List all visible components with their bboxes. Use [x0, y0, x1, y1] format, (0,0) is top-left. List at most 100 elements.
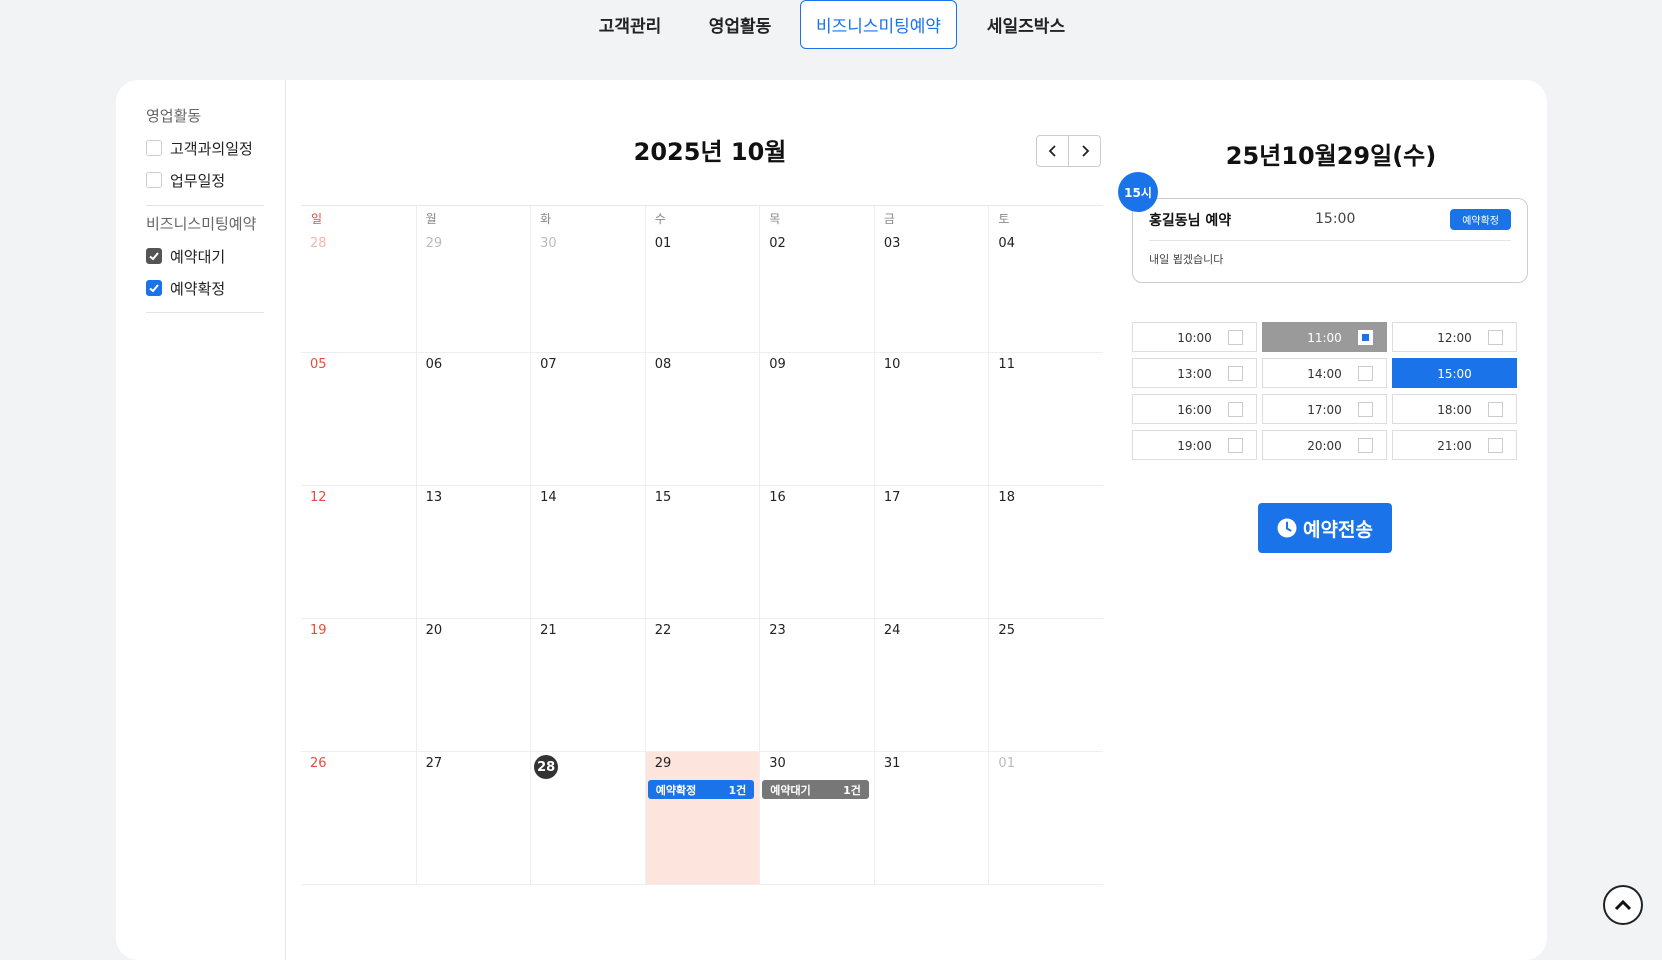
calendar-day-cell[interactable]: 29	[415, 206, 531, 353]
filter-work-schedule[interactable]: 업무일정	[146, 164, 264, 196]
calendar-day-cell[interactable]: 27	[415, 752, 531, 885]
calendar-day-cell[interactable]: 15	[644, 486, 760, 619]
filter-group-title: 영업활동	[146, 107, 202, 125]
time-slot-checkbox[interactable]	[1228, 330, 1243, 345]
calendar-day-cell[interactable]: 12	[301, 486, 416, 619]
checkbox-checked[interactable]	[146, 280, 162, 296]
calendar-day-cell[interactable]: 06	[415, 353, 531, 486]
time-slot[interactable]: 17:00	[1262, 394, 1387, 424]
calendar-day-cell[interactable]: 17	[873, 486, 989, 619]
calendar-day-cell[interactable]: 01	[988, 752, 1103, 885]
time-slot-checkbox[interactable]	[1358, 330, 1373, 345]
filter-sidebar: 영업활동 고객과의일정 업무일정 비즈니스미팅예약 예약대기 예약확정	[116, 80, 286, 960]
day-number: 15	[654, 490, 672, 505]
calendar-day-cell[interactable]: 03	[873, 206, 989, 353]
time-slot-checkbox[interactable]	[1488, 330, 1503, 345]
chevron-left-icon	[1048, 145, 1056, 157]
day-number: 02	[769, 236, 786, 251]
filter-label: 예약대기	[170, 247, 226, 266]
filter-pending[interactable]: 예약대기	[146, 240, 264, 272]
calendar-day-cell[interactable]: 16	[759, 486, 874, 619]
calendar-day-cell[interactable]: 28	[530, 752, 645, 885]
time-slot[interactable]: 10:00	[1132, 322, 1257, 352]
calendar-day-cell[interactable]: 25	[988, 619, 1103, 752]
calendar-day-cell[interactable]: 11	[988, 353, 1103, 486]
calendar-day-cell[interactable]: 23	[759, 619, 874, 752]
calendar-day-cell[interactable]: 31	[873, 752, 989, 885]
time-slot[interactable]: 16:00	[1132, 394, 1257, 424]
calendar-day-cell[interactable]: 26	[301, 752, 416, 885]
checkbox[interactable]	[146, 172, 162, 188]
calendar-event-chip[interactable]: 예약대기 1건	[762, 780, 869, 799]
calendar-day-cell[interactable]: 21	[530, 619, 645, 752]
calendar-day-cell[interactable]: 29 예약확정 1건	[644, 752, 760, 885]
day-number: 23	[769, 623, 786, 638]
time-slot-checkbox[interactable]	[1228, 402, 1243, 417]
chevron-up-icon	[1614, 899, 1632, 911]
calendar-day-cell[interactable]: 22	[644, 619, 760, 752]
time-slot[interactable]: 19:00	[1132, 430, 1257, 460]
time-slot-checkbox[interactable]	[1358, 366, 1373, 381]
calendar-day-cell[interactable]: 09	[759, 353, 874, 486]
time-slot: 11:00	[1262, 322, 1387, 352]
event-count: 1건	[728, 783, 747, 797]
time-slot-checkbox[interactable]	[1488, 402, 1503, 417]
calendar-day-cell[interactable]: 18	[988, 486, 1103, 619]
prev-month-button[interactable]	[1037, 136, 1068, 166]
tab-sales-activity[interactable]: 영업활동	[695, 0, 785, 49]
calendar-day-cell[interactable]: 24	[873, 619, 989, 752]
time-slot[interactable]: 18:00	[1392, 394, 1517, 424]
calendar-day-cell[interactable]: 04	[988, 206, 1103, 353]
event-count: 1건	[843, 783, 861, 797]
calendar-day-cell[interactable]: 01	[644, 206, 760, 353]
booking-card[interactable]: 홍길동님 예약 15:00 예약확정 내일 뵙겠습니다	[1132, 198, 1528, 283]
time-slot[interactable]: 14:00	[1262, 358, 1387, 388]
next-month-button[interactable]	[1068, 136, 1100, 166]
time-slot[interactable]: 13:00	[1132, 358, 1257, 388]
checkbox-checked[interactable]	[146, 248, 162, 264]
calendar-day-cell[interactable]: 02	[759, 206, 874, 353]
calendar-day-cell[interactable]: 10	[873, 353, 989, 486]
time-slot-checkbox[interactable]	[1358, 438, 1373, 453]
time-slot[interactable]: 21:00	[1392, 430, 1517, 460]
day-number: 12	[310, 490, 327, 505]
time-slot[interactable]: 20:00	[1262, 430, 1387, 460]
calendar-day-cell[interactable]: 08	[644, 353, 760, 486]
scroll-top-button[interactable]	[1603, 885, 1643, 925]
calendar-day-cell[interactable]: 28	[301, 206, 416, 353]
day-number: 07	[540, 357, 557, 372]
day-number: 08	[654, 357, 672, 372]
filter-confirmed[interactable]: 예약확정	[146, 272, 264, 304]
time-slot-checkbox[interactable]	[1228, 438, 1243, 453]
tab-customer-management[interactable]: 고객관리	[585, 0, 675, 49]
time-slot-checkbox[interactable]	[1358, 402, 1373, 417]
time-slot-checkbox[interactable]	[1488, 438, 1503, 453]
filter-label: 고객과의일정	[170, 139, 253, 158]
calendar-day-cell[interactable]: 05	[301, 353, 416, 486]
calendar-day-cell[interactable]: 13	[415, 486, 531, 619]
checkbox[interactable]	[146, 140, 162, 156]
submit-reservation-button[interactable]: 예약전송	[1258, 503, 1392, 553]
calendar-day-cell[interactable]: 14	[530, 486, 645, 619]
filter-customer-schedule[interactable]: 고객과의일정	[146, 132, 264, 164]
calendar-day-cell[interactable]: 19	[301, 619, 416, 752]
day-number: 03	[883, 236, 901, 251]
time-slot[interactable]: 15:00	[1392, 358, 1517, 388]
calendar-day-cell[interactable]: 20	[415, 619, 531, 752]
today-marker: 28	[534, 755, 559, 779]
booking-time: 15:00	[1315, 211, 1356, 227]
calendar-nav	[1036, 135, 1101, 167]
time-slot-label: 15:00	[1437, 367, 1472, 381]
calendar-day-cell[interactable]: 30	[530, 206, 645, 353]
time-slot-checkbox[interactable]	[1228, 366, 1243, 381]
day-number: 01	[654, 236, 672, 251]
event-label: 예약대기	[770, 783, 811, 797]
calendar-event-chip[interactable]: 예약확정 1건	[647, 780, 755, 799]
filter-group-meeting: 비즈니스미팅예약 예약대기 예약확정	[146, 213, 264, 304]
tab-business-meeting[interactable]: 비즈니스미팅예약	[800, 0, 957, 49]
time-slot[interactable]: 12:00	[1392, 322, 1517, 352]
tab-sales-box[interactable]: 세일즈박스	[980, 0, 1072, 49]
calendar-day-cell[interactable]: 07	[530, 353, 645, 486]
main-card: 영업활동 고객과의일정 업무일정 비즈니스미팅예약 예약대기 예약확정 2025…	[116, 80, 1547, 960]
calendar-day-cell[interactable]: 30 예약대기 1건	[759, 752, 874, 885]
